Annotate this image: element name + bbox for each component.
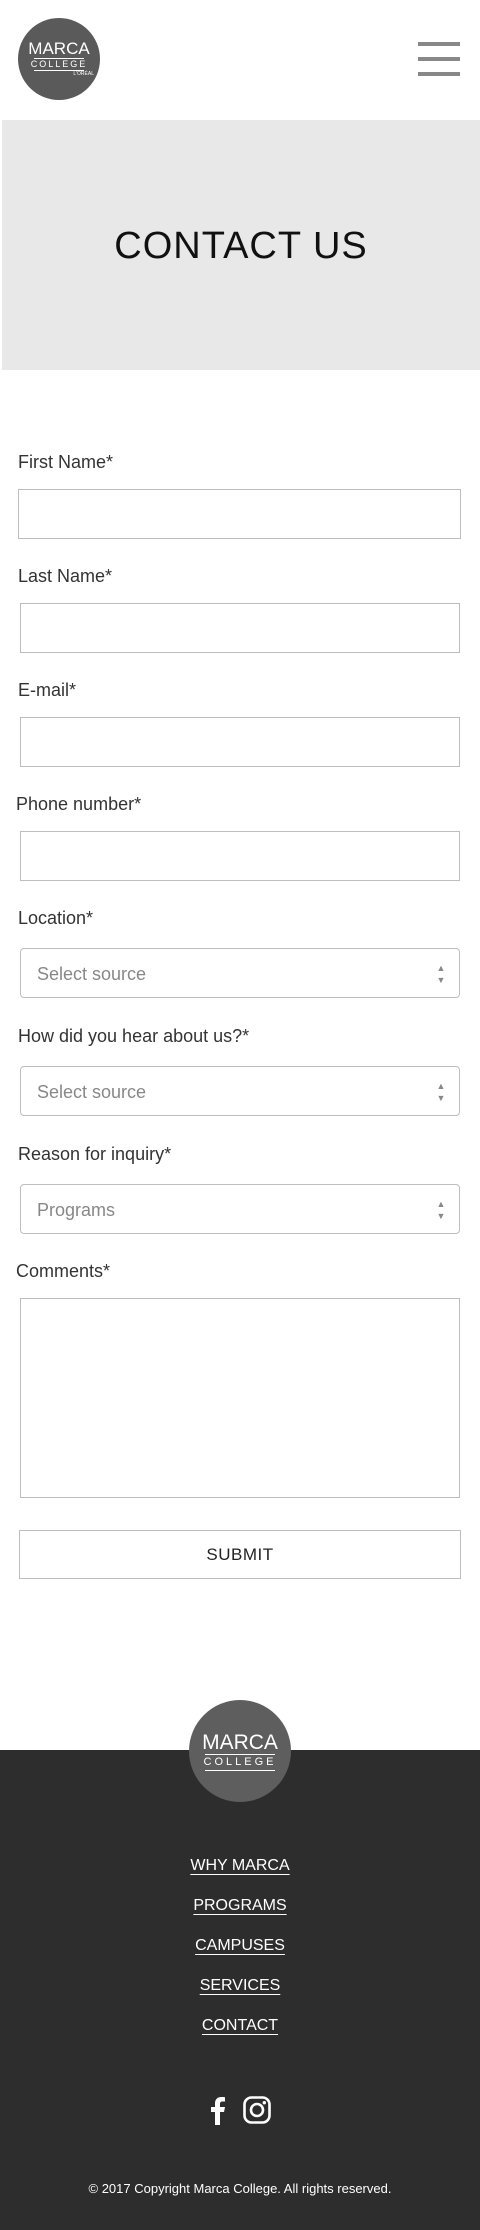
select-arrows-icon: ▲ ▼ <box>436 1081 446 1103</box>
footer-link-label[interactable]: SERVICES <box>200 1977 281 1994</box>
footer-logo-college: COLLEGE <box>203 1756 277 1768</box>
reason-select[interactable]: Programs ▲ ▼ <box>20 1184 460 1234</box>
footer-logo-rule <box>205 1754 275 1755</box>
last-name-field[interactable] <box>20 603 460 653</box>
footer-link-why-marca[interactable]: WHY MARCA <box>0 1856 480 1876</box>
hamburger-menu-icon[interactable] <box>418 42 460 76</box>
footer-link-services[interactable]: SERVICES <box>0 1976 480 1996</box>
facebook-icon[interactable] <box>203 2095 233 2125</box>
email-label: E-mail* <box>18 680 77 700</box>
footer-link-label[interactable]: CONTACT <box>202 2017 278 2034</box>
logo-line-loreal: L'ORÉAL <box>73 71 94 77</box>
logo-line-marca: MARCA <box>28 39 90 58</box>
hear-about-selected-value: Select source <box>37 1082 147 1102</box>
hear-about-label: How did you hear about us?* <box>18 1026 250 1046</box>
instagram-icon[interactable] <box>242 2095 272 2125</box>
footer-link-campuses[interactable]: CAMPUSES <box>0 1936 480 1956</box>
reason-selected-value: Programs <box>37 1200 116 1220</box>
location-select[interactable]: Select source ▲ ▼ <box>20 948 460 998</box>
select-arrows-icon: ▲ ▼ <box>436 1199 446 1221</box>
first-name-field[interactable] <box>18 489 461 539</box>
email-field[interactable] <box>20 717 460 767</box>
location-label: Location* <box>18 908 94 928</box>
comments-textarea[interactable] <box>20 1298 460 1498</box>
footer-logo-marca: MARCA <box>202 1731 278 1754</box>
select-arrows-icon: ▲ ▼ <box>436 963 446 985</box>
footer-link-contact[interactable]: CONTACT <box>0 2016 480 2036</box>
footer-link-programs[interactable]: PROGRAMS <box>0 1896 480 1916</box>
last-name-label: Last Name* <box>18 566 113 586</box>
page-hero: CONTACT US <box>2 120 480 370</box>
comments-label: Comments* <box>16 1261 111 1281</box>
footer-link-label[interactable]: PROGRAMS <box>193 1897 286 1914</box>
submit-button[interactable]: SUBMIT <box>19 1530 461 1579</box>
footer-link-label[interactable]: CAMPUSES <box>195 1937 285 1954</box>
location-selected-value: Select source <box>37 964 147 984</box>
page-title: CONTACT US <box>114 225 368 267</box>
hear-about-select[interactable]: Select source ▲ ▼ <box>20 1066 460 1116</box>
first-name-label: First Name* <box>18 452 114 472</box>
footer-logo-rule <box>205 1770 275 1771</box>
copyright-text: © 2017 Copyright Marca College. All righ… <box>88 2181 392 2196</box>
phone-field[interactable] <box>20 831 460 881</box>
marca-college-logo[interactable]: MARCA COLLEGE L'ORÉAL <box>18 18 100 100</box>
footer-link-label[interactable]: WHY MARCA <box>190 1857 289 1874</box>
phone-label: Phone number* <box>16 794 142 814</box>
reason-label: Reason for inquiry* <box>18 1144 172 1164</box>
site-header: MARCA COLLEGE L'ORÉAL <box>0 0 480 120</box>
logo-line-college: COLLEGE <box>30 59 88 69</box>
footer-logo[interactable]: MARCA COLLEGE <box>189 1700 291 1802</box>
